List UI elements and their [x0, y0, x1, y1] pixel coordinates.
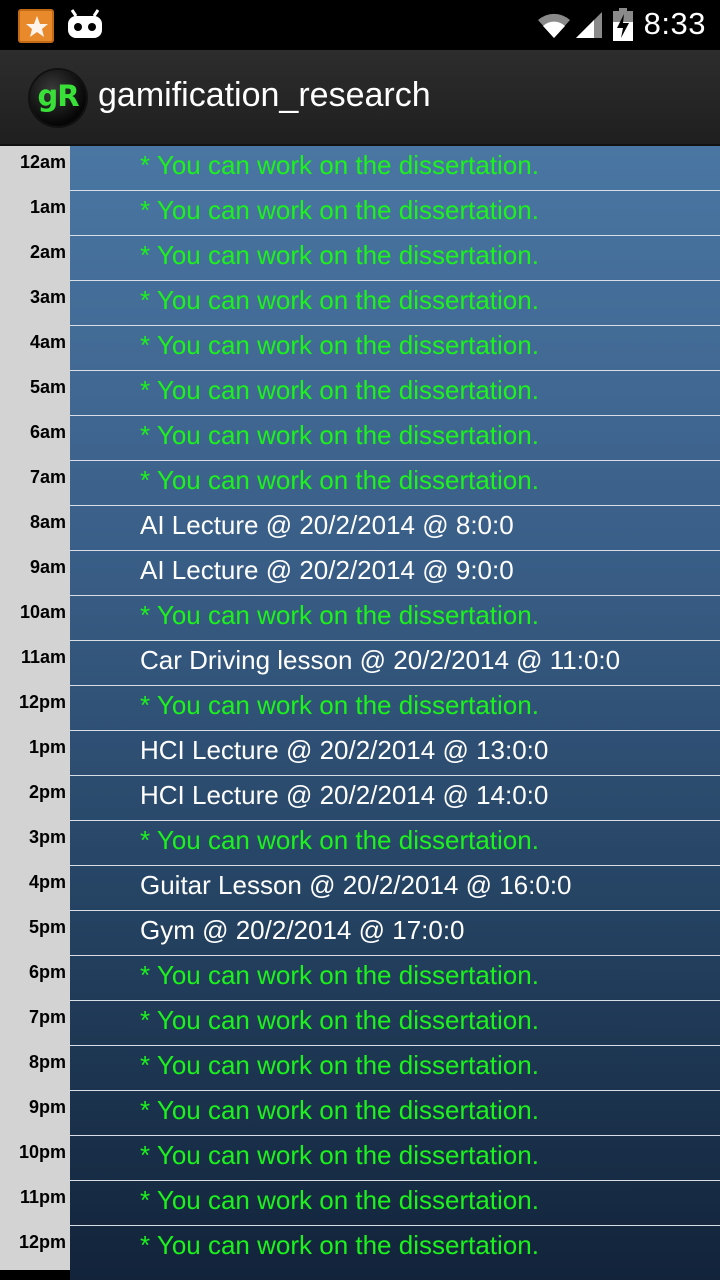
hour-label: 5am — [29, 377, 66, 397]
hour-label: 12pm — [18, 692, 66, 712]
schedule-row[interactable]: 11pm * You can work on the dissertation. — [0, 1181, 720, 1226]
schedule-row[interactable]: 10am * You can work on the dissertation. — [0, 596, 720, 641]
free-slot-text: * You can work on the dissertation. — [140, 285, 539, 315]
event-text: AI Lecture @ 20/2/2014 @ 9:0:0 — [140, 555, 514, 585]
hour-label: 11pm — [19, 1187, 66, 1207]
free-slot-text: * You can work on the dissertation. — [140, 1140, 539, 1170]
free-slot-text: * You can work on the dissertation. — [140, 825, 539, 855]
free-slot-text: * You can work on the dissertation. — [140, 1005, 539, 1035]
schedule-row[interactable]: 4am * You can work on the dissertation. — [0, 326, 720, 371]
free-slot-text: * You can work on the dissertation. — [140, 150, 539, 180]
schedule-row[interactable]: 2pm HCI Lecture @ 20/2/2014 @ 14:0:0 — [0, 776, 720, 821]
free-slot-text: * You can work on the dissertation. — [140, 195, 539, 225]
signal-icon — [576, 12, 602, 38]
battery-charging-icon — [613, 8, 633, 41]
hour-label: 12pm — [18, 1232, 66, 1252]
app-logo-icon[interactable]: gR — [30, 70, 86, 126]
free-slot-text: * You can work on the dissertation. — [140, 1095, 539, 1125]
schedule-row[interactable]: 4pm Guitar Lesson @ 20/2/2014 @ 16:0:0 — [0, 866, 720, 911]
hour-label: 10pm — [18, 1142, 66, 1162]
free-slot-text: * You can work on the dissertation. — [140, 465, 539, 495]
free-slot-text: * You can work on the dissertation. — [140, 1230, 539, 1260]
schedule-row[interactable]: 9am AI Lecture @ 20/2/2014 @ 9:0:0 — [0, 551, 720, 596]
hour-label: 9am — [29, 557, 66, 577]
android-robot-icon — [68, 9, 102, 38]
hour-label: 3pm — [28, 827, 66, 847]
app-logo-text: gR — [37, 79, 79, 113]
free-slot-text: * You can work on the dissertation. — [140, 690, 539, 720]
hour-label: 2am — [29, 242, 66, 262]
schedule-row[interactable]: 1am * You can work on the dissertation. — [0, 191, 720, 236]
app-title: gamification_research — [98, 76, 431, 114]
status-bar: 8:33 — [0, 0, 720, 50]
hour-label: 6pm — [28, 962, 66, 982]
schedule-row[interactable]: 6pm * You can work on the dissertation. — [0, 956, 720, 1001]
hour-label: 7pm — [28, 1007, 66, 1027]
schedule-row[interactable]: 5am * You can work on the dissertation. — [0, 371, 720, 416]
free-slot-text: * You can work on the dissertation. — [140, 330, 539, 360]
schedule-row[interactable]: 3pm * You can work on the dissertation. — [0, 821, 720, 866]
free-slot-text: * You can work on the dissertation. — [140, 375, 539, 405]
free-slot-text: * You can work on the dissertation. — [140, 1050, 539, 1080]
schedule-row[interactable]: 7pm * You can work on the dissertation. — [0, 1001, 720, 1046]
schedule-row[interactable]: 12pm * You can work on the dissertation. — [0, 1226, 720, 1271]
wifi-icon — [538, 13, 570, 38]
hour-label: 12am — [19, 152, 66, 172]
schedule-row[interactable]: 6am * You can work on the dissertation. — [0, 416, 720, 461]
day-schedule-list[interactable]: 12am * You can work on the dissertation. 1… — [0, 146, 720, 1280]
hour-label: 9pm — [28, 1097, 66, 1117]
hour-label: 2pm — [28, 782, 66, 802]
hour-label: 7am — [29, 467, 66, 487]
schedule-row[interactable]: 3am * You can work on the dissertation. — [0, 281, 720, 326]
event-text: AI Lecture @ 20/2/2014 @ 8:0:0 — [140, 510, 514, 540]
schedule-row[interactable]: 5pm Gym @ 20/2/2014 @ 17:0:0 — [0, 911, 720, 956]
hour-label: 11am — [20, 647, 66, 667]
schedule-row[interactable]: 7am * You can work on the dissertation. — [0, 461, 720, 506]
hour-label: 5pm — [28, 917, 66, 937]
schedule-row[interactable]: 8pm * You can work on the dissertation. — [0, 1046, 720, 1091]
schedule-row[interactable]: 8am AI Lecture @ 20/2/2014 @ 8:0:0 — [0, 506, 720, 551]
free-slot-text: * You can work on the dissertation. — [140, 240, 539, 270]
hour-label: 4pm — [28, 872, 66, 892]
schedule-row[interactable]: 2am * You can work on the dissertation. — [0, 236, 720, 281]
action-bar: gR gamification_research — [0, 50, 720, 146]
schedule-row[interactable]: 12pm * You can work on the dissertation. — [0, 686, 720, 731]
schedule-row[interactable]: 1pm HCI Lecture @ 20/2/2014 @ 13:0:0 — [0, 731, 720, 776]
free-slot-text: * You can work on the dissertation. — [140, 600, 539, 630]
schedule-row[interactable]: 9pm * You can work on the dissertation. — [0, 1091, 720, 1136]
hour-label: 8pm — [28, 1052, 66, 1072]
hour-label: 4am — [29, 332, 66, 352]
hour-label: 3am — [29, 287, 66, 307]
free-slot-text: * You can work on the dissertation. — [140, 420, 539, 450]
free-slot-text: * You can work on the dissertation. — [140, 960, 539, 990]
hour-label: 8am — [29, 512, 66, 532]
status-clock: 8:33 — [643, 6, 706, 41]
event-text: Gym @ 20/2/2014 @ 17:0:0 — [140, 915, 465, 945]
free-slot-text: * You can work on the dissertation. — [140, 1185, 539, 1215]
notification-app-icon — [18, 9, 54, 43]
event-text: Car Driving lesson @ 20/2/2014 @ 11:0:0 — [140, 645, 621, 675]
schedule-row[interactable]: 12am * You can work on the dissertation. — [0, 146, 720, 191]
schedule-row[interactable]: 10pm * You can work on the dissertation. — [0, 1136, 720, 1181]
event-text: HCI Lecture @ 20/2/2014 @ 14:0:0 — [140, 780, 549, 810]
hour-label: 1am — [29, 197, 66, 217]
hour-label: 1pm — [28, 737, 66, 757]
hour-label: 10am — [19, 602, 66, 622]
event-text: HCI Lecture @ 20/2/2014 @ 13:0:0 — [140, 735, 549, 765]
hour-label: 6am — [29, 422, 66, 442]
schedule-row[interactable]: 11am Car Driving lesson @ 20/2/2014 @ 11:… — [0, 641, 720, 686]
event-text: Guitar Lesson @ 20/2/2014 @ 16:0:0 — [140, 870, 572, 900]
